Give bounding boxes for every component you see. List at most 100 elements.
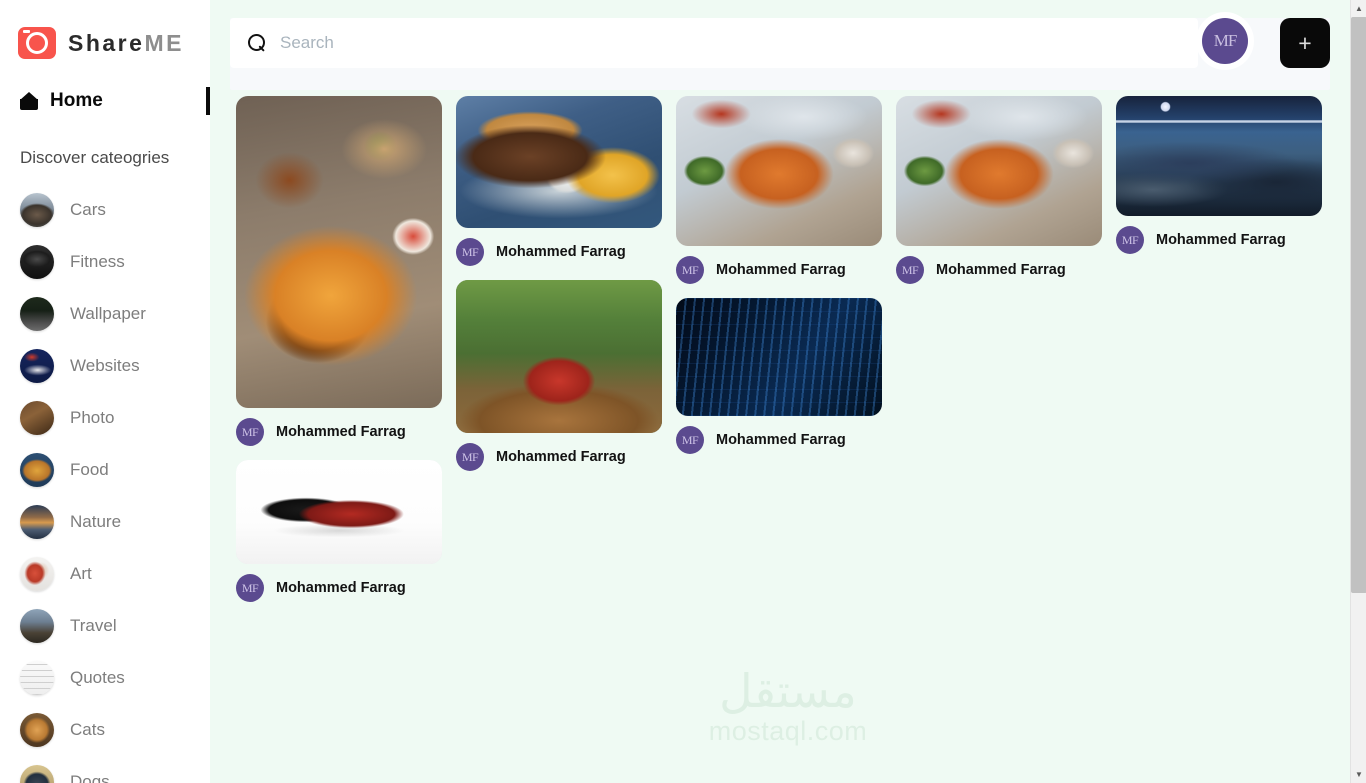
gallery-column: MF Mohammed Farrag MF Mohammed Farrag (456, 96, 662, 485)
author-name: Mohammed Farrag (276, 580, 406, 596)
photo-thumbnail[interactable] (1116, 96, 1322, 216)
photo-author[interactable]: MF Mohammed Farrag (236, 418, 442, 446)
sidebar-item-food[interactable]: Food (0, 444, 210, 496)
avatar-initials: MF (681, 262, 699, 277)
author-name: Mohammed Farrag (716, 432, 846, 448)
photo-author[interactable]: MF Mohammed Farrag (1116, 226, 1322, 254)
watermark-latin: mostaql.com (708, 716, 868, 746)
sidebar-item-label: Art (70, 564, 92, 583)
photo-card[interactable]: MF Mohammed Farrag (456, 96, 662, 266)
search-input[interactable] (280, 33, 1160, 53)
avatar-initials: MF (1121, 232, 1139, 247)
photo-image-supercar (236, 460, 442, 564)
avatar: MF (896, 256, 924, 284)
photo-image-fries-2 (896, 96, 1102, 246)
avatar: MF (456, 238, 484, 266)
sidebar-item-cats[interactable]: Cats (0, 704, 210, 756)
avatar-initials: MF (461, 244, 479, 259)
sidebar-item-fitness[interactable]: Fitness (0, 236, 210, 288)
category-thumbnail (20, 245, 54, 279)
avatar-initials: MF (461, 449, 479, 464)
category-thumbnail (20, 609, 54, 643)
photo-thumbnail[interactable] (236, 460, 442, 564)
photo-card[interactable]: MF Mohammed Farrag (676, 96, 882, 284)
header: MF + (210, 0, 1366, 90)
avatar-initials: MF (901, 262, 919, 277)
photo-card[interactable]: MF Mohammed Farrag (896, 96, 1102, 284)
photo-image-car-road (456, 280, 662, 433)
photo-author[interactable]: MF Mohammed Farrag (236, 574, 442, 602)
brand-name-secondary: ME (144, 29, 184, 56)
photo-thumbnail[interactable] (456, 280, 662, 433)
brand-name-primary: Share (68, 29, 145, 56)
photo-card[interactable]: MF Mohammed Farrag (1116, 96, 1322, 254)
gallery-column: MF Mohammed Farrag MF Mohammed Farrag (676, 96, 882, 468)
scrollbar-thumb[interactable] (1351, 17, 1366, 593)
sidebar-item-home[interactable]: Home (0, 78, 210, 124)
search-icon (248, 34, 266, 52)
photo-author[interactable]: MF Mohammed Farrag (676, 256, 882, 284)
author-name: Mohammed Farrag (936, 262, 1066, 278)
photo-thumbnail[interactable] (456, 96, 662, 228)
photo-thumbnail[interactable] (676, 96, 882, 246)
home-icon (20, 91, 38, 110)
photo-image-fries (676, 96, 882, 246)
sidebar-item-label: Dogs (70, 772, 110, 783)
sidebar-item-label: Nature (70, 512, 122, 531)
sidebar-item-label: Photo (70, 408, 115, 427)
sidebar-item-label: Websites (70, 356, 140, 375)
scroll-up-arrow[interactable]: ▲ (1351, 0, 1366, 17)
sidebar-item-label: Cars (70, 200, 106, 219)
sidebar-item-nature[interactable]: Nature (0, 496, 210, 548)
photo-author[interactable]: MF Mohammed Farrag (456, 443, 662, 471)
photo-author[interactable]: MF Mohammed Farrag (676, 426, 882, 454)
photo-author[interactable]: MF Mohammed Farrag (456, 238, 662, 266)
category-thumbnail (20, 349, 54, 383)
category-thumbnail (20, 453, 54, 487)
author-name: Mohammed Farrag (496, 244, 626, 260)
photo-image-biryani (236, 96, 442, 408)
avatar: MF (676, 426, 704, 454)
author-name: Mohammed Farrag (276, 424, 406, 440)
sidebar-item-wallpaper[interactable]: Wallpaper (0, 288, 210, 340)
photo-image-mountains (1116, 96, 1322, 216)
header-strip: MF + (230, 18, 1330, 90)
sidebar-item-cars[interactable]: Cars (0, 184, 210, 236)
scroll-down-arrow[interactable]: ▼ (1351, 766, 1366, 783)
user-avatar[interactable]: MF (1202, 18, 1248, 64)
avatar-initials: MF (241, 424, 259, 439)
photo-card[interactable]: MF Mohammed Farrag (236, 96, 442, 446)
sidebar-item-label: Quotes (70, 668, 125, 687)
sidebar-item-photo[interactable]: Photo (0, 392, 210, 444)
photo-thumbnail[interactable] (236, 96, 442, 408)
category-thumbnail (20, 505, 54, 539)
page-scrollbar[interactable]: ▲ ▼ (1350, 0, 1366, 783)
avatar: MF (456, 443, 484, 471)
photo-card[interactable]: MF Mohammed Farrag (456, 280, 662, 471)
photo-thumbnail[interactable] (896, 96, 1102, 246)
author-name: Mohammed Farrag (1156, 232, 1286, 248)
sidebar-item-websites[interactable]: Websites (0, 340, 210, 392)
author-name: Mohammed Farrag (716, 262, 846, 278)
brand-logo[interactable]: ShareME (0, 0, 210, 64)
sidebar-item-label: Travel (70, 616, 117, 635)
photo-thumbnail[interactable] (676, 298, 882, 416)
sidebar: ShareME Home Discover cateogries Cars Fi… (0, 0, 210, 783)
category-thumbnail (20, 193, 54, 227)
sidebar-item-home-label: Home (50, 90, 103, 111)
sidebar-item-quotes[interactable]: Quotes (0, 652, 210, 704)
photo-card[interactable]: MF Mohammed Farrag (676, 298, 882, 454)
avatar: MF (1116, 226, 1144, 254)
avatar-initials: MF (681, 432, 699, 447)
category-thumbnail (20, 661, 54, 695)
add-pin-button[interactable]: + (1280, 18, 1330, 68)
photo-author[interactable]: MF Mohammed Farrag (896, 256, 1102, 284)
sidebar-item-dogs[interactable]: Dogs (0, 756, 210, 783)
sidebar-item-art[interactable]: Art (0, 548, 210, 600)
sidebar-item-travel[interactable]: Travel (0, 600, 210, 652)
search-bar[interactable] (230, 18, 1198, 68)
category-thumbnail (20, 401, 54, 435)
main-content: MF + MF Mohammed Farrag (210, 0, 1366, 783)
author-name: Mohammed Farrag (496, 449, 626, 465)
photo-card[interactable]: MF Mohammed Farrag (236, 460, 442, 602)
